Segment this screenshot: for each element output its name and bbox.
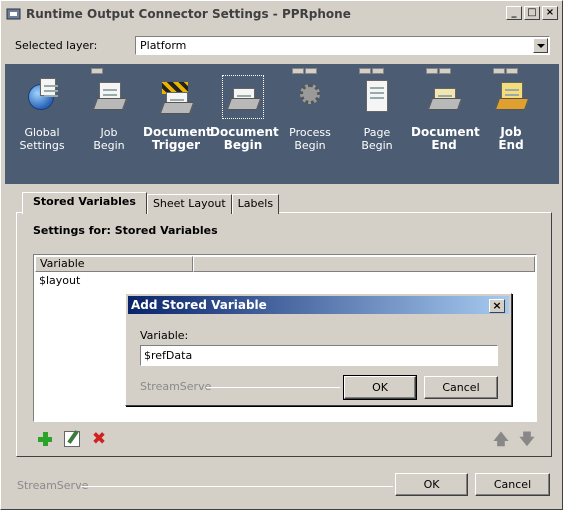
selected-layer-dropdown[interactable]: Platform <box>135 36 550 55</box>
event-document-end[interactable]: Document End <box>411 68 480 152</box>
selected-layer-label: Selected layer: <box>15 39 98 52</box>
variable-label: Variable: <box>140 329 189 342</box>
app-icon <box>6 7 22 21</box>
event-document-begin[interactable]: Document Begin <box>210 75 279 152</box>
dialog-brand: StreamServe <box>140 380 212 393</box>
dialog-ok-button[interactable]: OK <box>343 375 417 400</box>
settings-window: Runtime Output Connector Settings - PPRp… <box>0 0 563 510</box>
event-toolbar: Global Settings Job Begin Document Trigg… <box>5 64 559 184</box>
delete-icon[interactable]: ✖ <box>91 431 107 448</box>
event-job-end[interactable]: Job End <box>478 68 544 152</box>
column-header-variable[interactable]: Variable <box>35 256 193 272</box>
maximize-button[interactable]: □ <box>524 6 540 20</box>
event-job-begin[interactable]: Job Begin <box>76 68 142 152</box>
edit-icon[interactable] <box>64 431 80 447</box>
add-icon[interactable] <box>37 431 53 447</box>
settings-for-heading: Settings for: Stored Variables <box>33 224 218 237</box>
process-begin-icon <box>292 68 328 116</box>
selected-layer-value: Platform <box>140 39 187 52</box>
title-bar[interactable]: Runtime Output Connector Settings - PPRp… <box>3 3 560 25</box>
variable-input[interactable]: $refData <box>140 345 498 366</box>
footer-divider <box>81 486 393 487</box>
job-begin-icon <box>91 68 128 116</box>
event-global-settings[interactable]: Global Settings <box>9 78 75 152</box>
tab-sheet-layout[interactable]: Sheet Layout <box>146 194 232 214</box>
globe-settings-icon <box>24 78 60 116</box>
dialog-close-icon[interactable]: × <box>489 299 505 313</box>
cancel-button[interactable]: Cancel <box>475 473 550 496</box>
move-up-icon[interactable]: 🡅 <box>493 431 509 447</box>
dialog-title-bar[interactable]: Add Stored Variable <box>128 296 509 314</box>
event-page-begin[interactable]: Page Begin <box>344 68 410 152</box>
document-trigger-icon <box>158 78 195 116</box>
page-begin-icon <box>359 68 395 116</box>
layer-row: Selected layer: <box>15 39 137 52</box>
move-down-icon[interactable]: 🡇 <box>519 431 535 447</box>
tab-stored-variables[interactable]: Stored Variables <box>22 192 147 214</box>
document-end-icon <box>426 68 463 116</box>
event-document-trigger[interactable]: Document Trigger <box>143 78 212 152</box>
footer-brand: StreamServe <box>17 479 89 492</box>
add-stored-variable-dialog: Add Stored Variable × Variable: $refData… <box>125 293 512 406</box>
close-button[interactable]: × <box>542 6 558 20</box>
chevron-down-icon[interactable] <box>533 38 548 53</box>
document-begin-icon <box>222 75 264 119</box>
tab-strip: Stored Variables Sheet Layout Labels <box>22 192 280 214</box>
minimize-button[interactable]: _ <box>506 6 522 20</box>
dialog-divider <box>206 387 340 388</box>
column-header-empty <box>193 256 535 272</box>
dialog-cancel-button[interactable]: Cancel <box>424 376 498 399</box>
dialog-title: Add Stored Variable <box>131 298 267 312</box>
ok-button[interactable]: OK <box>395 473 468 496</box>
list-item[interactable]: $layout <box>39 274 80 287</box>
job-end-icon <box>493 68 530 116</box>
event-process-begin[interactable]: Process Begin <box>277 68 343 152</box>
tab-labels[interactable]: Labels <box>231 194 280 214</box>
window-title: Runtime Output Connector Settings - PPRp… <box>26 7 351 21</box>
